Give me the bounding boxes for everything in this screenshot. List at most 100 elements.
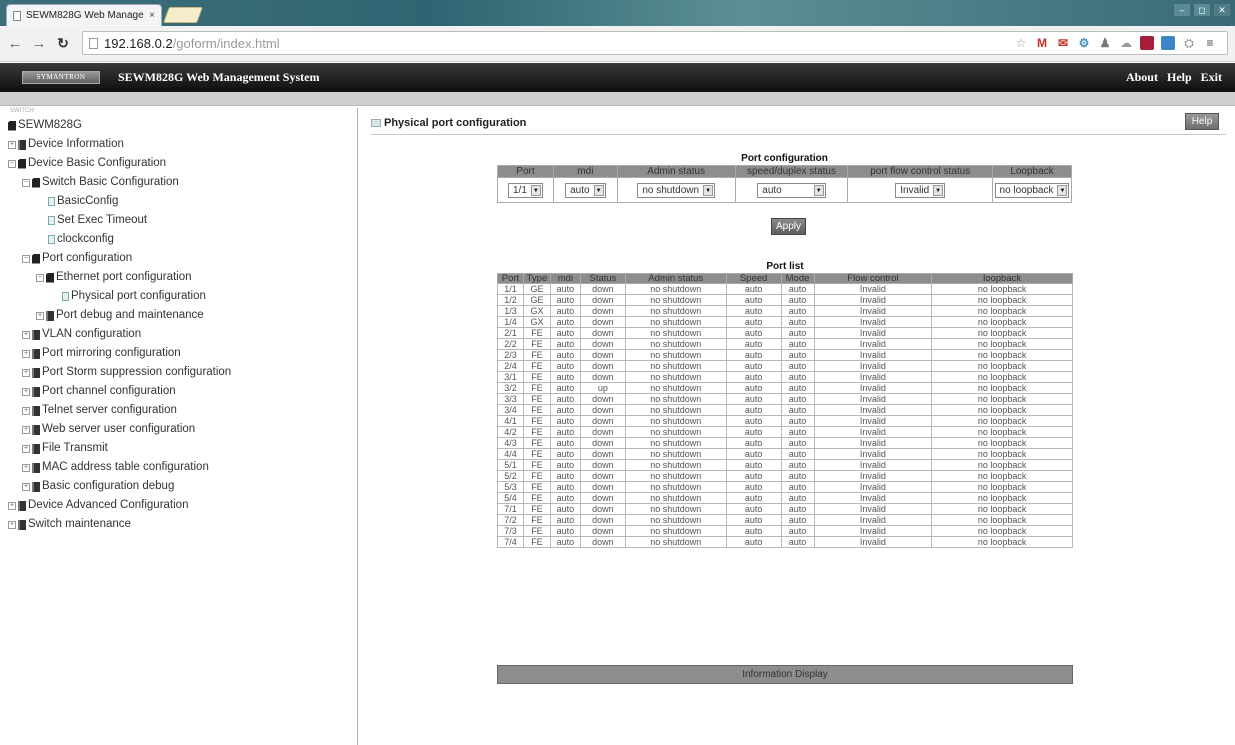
tree-item[interactable]: − Switch Basic Configuration: [8, 173, 357, 192]
tree-item[interactable]: + Basic configuration debug: [8, 477, 357, 496]
extension-red-icon[interactable]: [1140, 36, 1154, 50]
expand-icon[interactable]: +: [36, 311, 44, 320]
book-icon: [18, 139, 26, 150]
tree-item[interactable]: Physical port configuration: [8, 287, 357, 306]
loopback-select[interactable]: no loopback ▼: [994, 182, 1070, 198]
app-header: SYMANTRON SEWM828G Web Management System…: [0, 63, 1235, 92]
dropdown-arrow-icon[interactable]: ▼: [1057, 184, 1068, 196]
tree-item[interactable]: − Port configuration: [8, 249, 357, 268]
menu-icon[interactable]: ≡: [1203, 36, 1217, 50]
collapse-icon[interactable]: −: [22, 254, 30, 263]
tree-item[interactable]: + Port channel configuration: [8, 382, 357, 401]
table-cell: down: [579, 338, 626, 350]
expand-icon[interactable]: +: [22, 425, 30, 434]
table-cell: no loopback: [931, 459, 1073, 471]
table-row: 7/3 FE auto down no shutdown auto auto Invalid n…: [497, 525, 1073, 537]
expand-icon[interactable]: +: [22, 444, 30, 453]
expand-icon[interactable]: +: [22, 387, 30, 396]
dropdown-arrow-icon[interactable]: ▼: [703, 184, 714, 196]
back-icon[interactable]: ←: [6, 35, 24, 52]
tree-item-label: Physical port configuration: [71, 290, 206, 302]
speed-duplex-select[interactable]: auto ▼: [757, 182, 826, 198]
tree-item[interactable]: + Web server user configuration: [8, 420, 357, 439]
dropdown-arrow-icon[interactable]: ▼: [593, 184, 604, 196]
exit-link[interactable]: Exit: [1201, 70, 1222, 85]
expand-icon[interactable]: +: [22, 368, 30, 377]
tree-item[interactable]: + MAC address table configuration: [8, 458, 357, 477]
expand-icon[interactable]: +: [22, 482, 30, 491]
table-cell: down: [579, 492, 626, 504]
table-cell: auto: [549, 371, 581, 383]
dropdown-arrow-icon[interactable]: ▼: [813, 184, 824, 196]
brand-logo: SYMANTRON: [22, 71, 100, 84]
collapse-icon[interactable]: −: [22, 178, 30, 187]
table-cell: FE: [522, 371, 551, 383]
header-links: About Help Exit: [1126, 70, 1222, 85]
expand-icon[interactable]: +: [22, 406, 30, 415]
address-bar[interactable]: 192.168.0.2/goform/index.html ☆ M ✉ ⚙ ♟ …: [82, 31, 1228, 55]
tab-close-icon[interactable]: ×: [149, 10, 155, 21]
page-icon: [48, 235, 55, 244]
table-cell: Invalid: [813, 360, 933, 372]
help-link[interactable]: Help: [1167, 70, 1192, 85]
dropdown-arrow-icon[interactable]: ▼: [933, 184, 944, 196]
tree-item[interactable]: + Port debug and maintenance: [8, 306, 357, 325]
help-button[interactable]: Help: [1185, 113, 1219, 130]
admin-status-select[interactable]: no shutdown ▼: [637, 182, 716, 198]
about-link[interactable]: About: [1126, 70, 1158, 85]
forward-icon[interactable]: →: [30, 35, 48, 52]
tree-item[interactable]: − Ethernet port configuration: [8, 268, 357, 287]
tree-item[interactable]: + Telnet server configuration: [8, 401, 357, 420]
tree-item[interactable]: clockconfig: [8, 230, 357, 249]
browser-tab[interactable]: SEWM828G Web Manage ×: [6, 4, 162, 26]
table-cell: 5/4: [497, 492, 524, 504]
table-cell: auto: [780, 404, 815, 416]
tree-item[interactable]: + Device Advanced Configuration: [8, 496, 357, 515]
extension-person-icon[interactable]: ♟: [1098, 36, 1112, 50]
tree-item[interactable]: + Port mirroring configuration: [8, 344, 357, 363]
table-cell: down: [579, 536, 626, 548]
expand-icon[interactable]: +: [8, 520, 16, 529]
window-close-button[interactable]: ✕: [1213, 3, 1231, 17]
table-cell: no shutdown: [624, 448, 727, 460]
port-select[interactable]: 1/1 ▼: [508, 182, 543, 198]
tree-item[interactable]: + Switch maintenance: [8, 515, 357, 534]
table-cell: auto: [725, 371, 782, 383]
expand-icon[interactable]: +: [8, 140, 16, 149]
tree-item[interactable]: − Device Basic Configuration: [8, 154, 357, 173]
tree-item[interactable]: + Port Storm suppression configuration: [8, 363, 357, 382]
expand-icon[interactable]: +: [8, 501, 16, 510]
bookmark-star-icon[interactable]: ☆: [1014, 36, 1028, 50]
extension-blue-icon[interactable]: [1161, 36, 1175, 50]
tree-item[interactable]: BasicConfig: [8, 192, 357, 211]
collapse-icon[interactable]: −: [8, 159, 16, 168]
extension-gear-icon[interactable]: ⛭: [1182, 36, 1196, 50]
collapse-icon[interactable]: −: [36, 273, 44, 282]
reload-icon[interactable]: ↻: [54, 35, 72, 52]
tree-item[interactable]: + VLAN configuration: [8, 325, 357, 344]
new-tab-button[interactable]: [163, 7, 203, 23]
maximize-button[interactable]: ◻: [1193, 3, 1211, 17]
expand-icon[interactable]: +: [22, 463, 30, 472]
dropdown-arrow-icon[interactable]: ▼: [530, 184, 541, 196]
apply-button[interactable]: Apply: [771, 218, 806, 235]
translate-icon[interactable]: ⚙: [1077, 36, 1091, 50]
expand-icon[interactable]: +: [22, 330, 30, 339]
tree-item[interactable]: SEWM828G: [8, 116, 357, 135]
tree-item[interactable]: Set Exec Timeout: [8, 211, 357, 230]
tree-item[interactable]: + Device Information: [8, 135, 357, 154]
table-cell: no shutdown: [624, 536, 727, 548]
select-value: Invalid: [900, 184, 930, 196]
mail-icon[interactable]: ✉: [1056, 36, 1070, 50]
minimize-button[interactable]: –: [1173, 3, 1191, 17]
config-column-header: speed/duplex status: [734, 165, 849, 178]
tree-item[interactable]: + File Transmit: [8, 439, 357, 458]
folder-icon: [32, 177, 40, 188]
table-cell: 5/1: [497, 459, 524, 471]
extension-cloud-icon[interactable]: ☁: [1119, 36, 1133, 50]
gmail-icon[interactable]: M: [1035, 36, 1049, 50]
flow-control-select[interactable]: Invalid ▼: [895, 182, 946, 198]
mdi-select[interactable]: auto ▼: [565, 182, 606, 198]
expand-icon[interactable]: +: [22, 349, 30, 358]
table-cell: 2/3: [497, 349, 524, 361]
